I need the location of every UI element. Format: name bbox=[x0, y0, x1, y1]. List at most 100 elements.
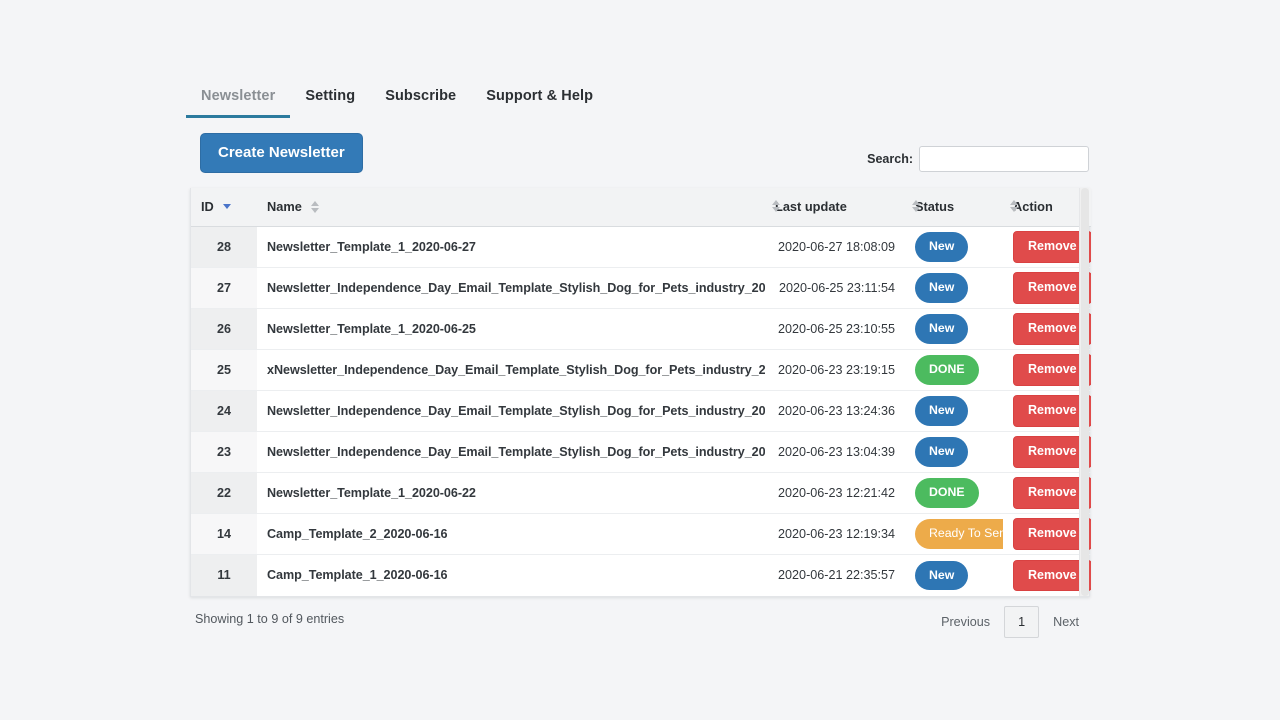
cell-status: New bbox=[905, 431, 1003, 473]
cell-action: Remove bbox=[1003, 513, 1091, 555]
cell-action: Remove bbox=[1003, 349, 1091, 391]
main-tabs: Newsletter Setting Subscribe Support & Help bbox=[186, 84, 608, 118]
sort-both-icon bbox=[1009, 200, 1018, 212]
column-header-action[interactable]: Action bbox=[1003, 188, 1091, 227]
cell-action: Remove bbox=[1003, 267, 1091, 309]
create-newsletter-button[interactable]: Create Newsletter bbox=[200, 133, 363, 173]
cell-id: 14 bbox=[191, 513, 257, 555]
status-badge: New bbox=[915, 314, 969, 344]
table-row: 23 Newsletter_Independence_Day_Email_Temp… bbox=[191, 431, 1091, 473]
cell-status: New bbox=[905, 390, 1003, 432]
cell-last-update: 2020-06-23 12:21:42 bbox=[765, 472, 905, 514]
search-group: Search: bbox=[867, 146, 1089, 172]
column-header-label: Name bbox=[267, 199, 302, 214]
cell-last-update: 2020-06-23 12:19:34 bbox=[765, 513, 905, 555]
cell-action: Remove bbox=[1003, 431, 1091, 473]
cell-last-update: 2020-06-25 23:11:54 bbox=[765, 267, 905, 309]
table-head: ID Name Last update Status Action bbox=[191, 188, 1091, 227]
pagination-next[interactable]: Next bbox=[1042, 607, 1090, 637]
pagination-previous[interactable]: Previous bbox=[930, 607, 1001, 637]
tab-support-help[interactable]: Support & Help bbox=[471, 84, 608, 118]
table-row: 25 xNewsletter_Independence_Day_Email_Tem… bbox=[191, 349, 1091, 391]
cell-status: New bbox=[905, 267, 1003, 309]
sort-both-icon bbox=[771, 200, 780, 212]
table-toolbar: Create Newsletter Search: bbox=[190, 128, 1090, 188]
table-row: 26 Newsletter_Template_1_2020-06-25 2020-0… bbox=[191, 308, 1091, 350]
cell-id: 11 bbox=[191, 554, 257, 596]
column-header-status[interactable]: Status bbox=[905, 188, 1003, 227]
search-label: Search: bbox=[867, 152, 913, 166]
cell-id: 26 bbox=[191, 308, 257, 350]
entries-info: Showing 1 to 9 of 9 entries bbox=[195, 611, 345, 626]
cell-status: DONE bbox=[905, 472, 1003, 514]
table-body: 28 Newsletter_Template_1_2020-06-27 2020-0… bbox=[191, 226, 1091, 596]
sort-descending-icon bbox=[223, 204, 232, 210]
page-root: Newsletter Setting Subscribe Support & Help… bbox=[0, 0, 1280, 720]
status-badge: New bbox=[915, 437, 969, 467]
cell-last-update: 2020-06-23 23:19:15 bbox=[765, 349, 905, 391]
cell-name: Newsletter_Independence_Day_Email_Templa… bbox=[257, 267, 765, 309]
datatable-container: ID Name Last update Status Action 28 Newslett… bbox=[190, 188, 1091, 597]
cell-id: 25 bbox=[191, 349, 257, 391]
table-row: 22 Newsletter_Template_1_2020-06-22 2020-0… bbox=[191, 472, 1091, 514]
table-row: 11 Camp_Template_1_2020-06-16 2020-06-21 2… bbox=[191, 554, 1091, 596]
column-header-label: Last update bbox=[775, 199, 847, 214]
cell-name: Newsletter_Template_1_2020-06-25 bbox=[257, 308, 765, 350]
cell-last-update: 2020-06-23 13:04:39 bbox=[765, 431, 905, 473]
cell-id: 23 bbox=[191, 431, 257, 473]
sort-both-icon bbox=[911, 200, 920, 212]
newsletter-panel: Create Newsletter Search: ID Name Last upd… bbox=[190, 128, 1091, 650]
search-input[interactable] bbox=[919, 146, 1089, 172]
cell-action: Remove bbox=[1003, 555, 1091, 596]
status-badge: New bbox=[915, 396, 969, 426]
cell-name: Newsletter_Template_1_2020-06-27 bbox=[257, 226, 765, 268]
cell-status: New bbox=[905, 555, 1003, 596]
table-row: 14 Camp_Template_2_2020-06-16 2020-06-23 1… bbox=[191, 513, 1091, 555]
sort-both-icon bbox=[311, 200, 320, 213]
cell-id: 27 bbox=[191, 267, 257, 309]
table-header-row: ID Name Last update Status Action bbox=[191, 188, 1091, 227]
tab-subscribe[interactable]: Subscribe bbox=[370, 84, 471, 118]
cell-last-update: 2020-06-21 22:35:57 bbox=[778, 568, 895, 583]
cell-status: New bbox=[905, 226, 1003, 268]
tab-newsletter[interactable]: Newsletter bbox=[186, 84, 291, 118]
newsletter-table: ID Name Last update Status Action 28 Newslett… bbox=[191, 188, 1091, 596]
scrollbar-thumb[interactable] bbox=[1081, 188, 1089, 596]
status-badge: DONE bbox=[915, 478, 979, 508]
cell-action: Remove bbox=[1003, 308, 1091, 350]
column-header-id[interactable]: ID bbox=[191, 188, 257, 227]
pagination-page-1[interactable]: 1 bbox=[1004, 605, 1040, 638]
cell-last-update: 2020-06-25 23:10:55 bbox=[765, 308, 905, 350]
table-vertical-scrollbar[interactable] bbox=[1079, 188, 1089, 596]
column-header-date[interactable]: Last update bbox=[765, 188, 905, 227]
cell-last-update: 2020-06-27 18:08:09 bbox=[765, 226, 905, 268]
cell-name: xNewsletter_Independence_Day_Email_Templ… bbox=[257, 349, 765, 391]
cell-action: Remove bbox=[1003, 226, 1091, 268]
status-badge: New bbox=[915, 560, 969, 590]
cell-name: Newsletter_Independence_Day_Email_Templa… bbox=[257, 431, 765, 473]
table-row: 27 Newsletter_Independence_Day_Email_Temp… bbox=[191, 267, 1091, 309]
status-badge: Ready To Send bbox=[915, 519, 1003, 549]
cell-last-update: 2020-06-23 13:24:36 bbox=[765, 390, 905, 432]
pagination: Previous 1 Next bbox=[930, 605, 1090, 638]
column-header-label: ID bbox=[201, 199, 214, 214]
column-header-name[interactable]: Name bbox=[257, 188, 765, 227]
table-footer: Showing 1 to 9 of 9 entries Previous 1 N… bbox=[190, 605, 1090, 650]
cell-status: DONE bbox=[905, 349, 1003, 391]
status-badge: DONE bbox=[915, 355, 979, 385]
cell-status: New bbox=[905, 308, 1003, 350]
tab-setting[interactable]: Setting bbox=[290, 84, 370, 118]
cell-name: Newsletter_Independence_Day_Email_Templa… bbox=[257, 390, 765, 432]
cell-id: 24 bbox=[191, 390, 257, 432]
cell-name: Newsletter_Template_1_2020-06-22 bbox=[257, 472, 765, 514]
column-header-label: Status bbox=[915, 199, 955, 214]
status-badge: New bbox=[915, 232, 969, 262]
table-row: 24 Newsletter_Independence_Day_Email_Temp… bbox=[191, 390, 1091, 432]
table-row: 28 Newsletter_Template_1_2020-06-27 2020-0… bbox=[191, 226, 1091, 268]
cell-id: 22 bbox=[191, 472, 257, 514]
status-badge: New bbox=[915, 273, 969, 303]
cell-name: Camp_Template_2_2020-06-16 bbox=[257, 513, 765, 555]
cell-name: Camp_Template_1_2020-06-16 bbox=[267, 568, 448, 583]
column-header-label: Action bbox=[1013, 199, 1053, 214]
cell-id: 28 bbox=[191, 226, 257, 268]
